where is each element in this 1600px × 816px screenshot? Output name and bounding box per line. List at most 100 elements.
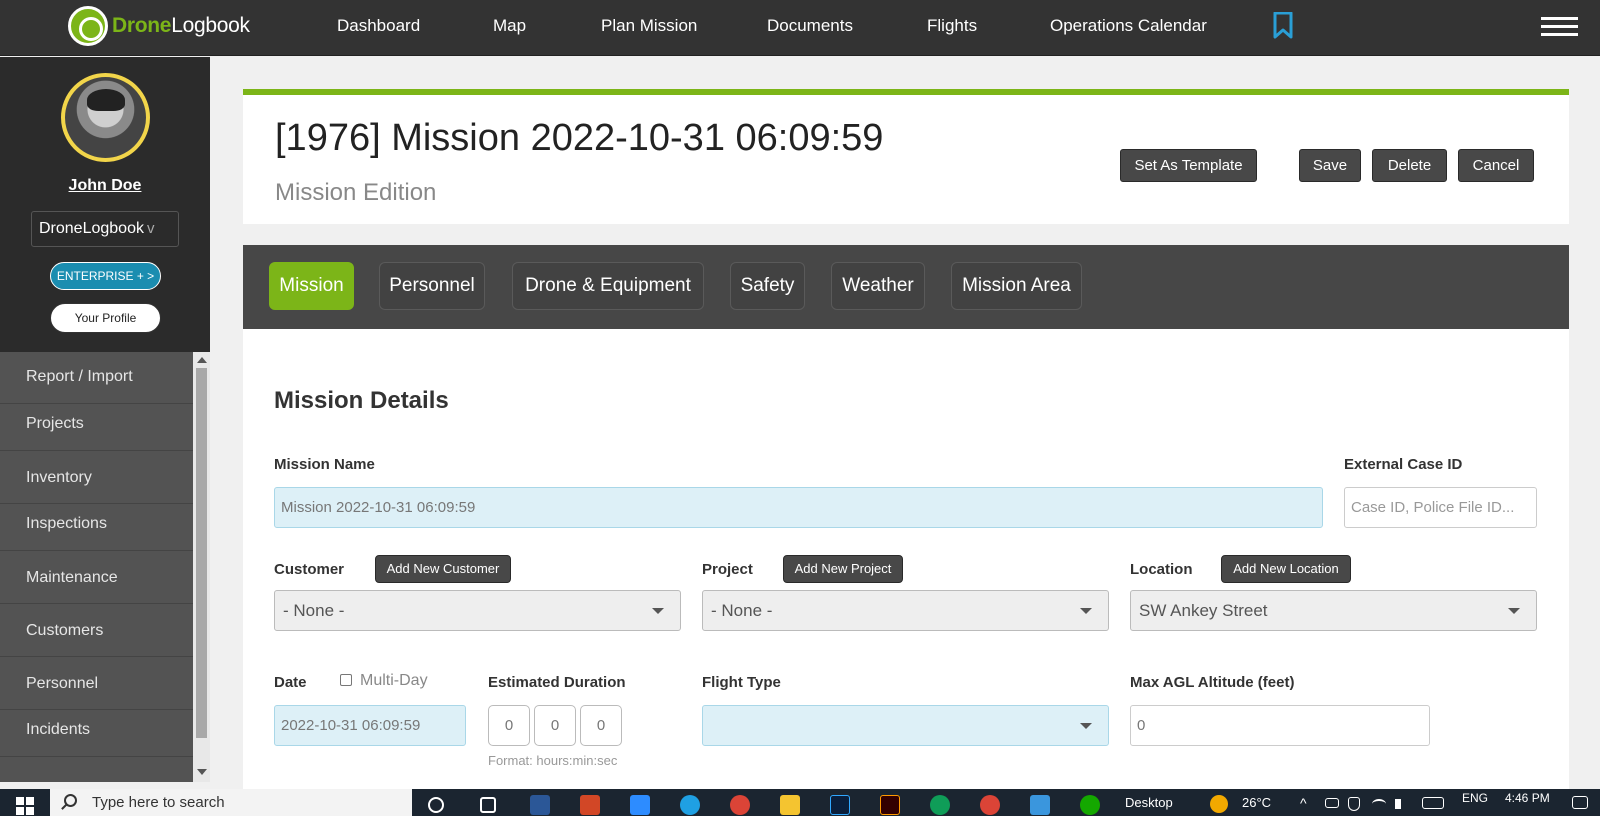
bookmark-icon[interactable] (1273, 12, 1293, 39)
customer-label: Customer (274, 561, 345, 578)
multi-day-label: Multi-Day (360, 672, 428, 689)
nav-dashboard[interactable]: Dashboard (337, 16, 420, 36)
date-label: Date (274, 674, 307, 691)
nav-plan-mission[interactable]: Plan Mission (601, 16, 697, 36)
nav-map[interactable]: Map (493, 16, 526, 36)
powerpoint-icon[interactable] (580, 795, 600, 815)
tab-personnel[interactable]: Personnel (379, 262, 485, 310)
mission-name-input[interactable]: Mission 2022-10-31 06:09:59 (274, 487, 1323, 528)
taskbar-search[interactable]: Type here to search (50, 789, 412, 816)
sidebar-item-customers[interactable]: Customers (0, 604, 193, 657)
mission-tabs: Mission Personnel Drone & Equipment Safe… (243, 245, 1569, 329)
sidebar-item-report-import[interactable]: Report / Import (0, 352, 193, 404)
windows-start-icon[interactable] (16, 797, 34, 815)
clock-time[interactable]: 4:46 PM (1505, 791, 1550, 805)
windows-taskbar: Type here to search Desktop 26°C ^ ENG 4… (0, 789, 1600, 816)
desktop-toolbar-label[interactable]: Desktop (1125, 795, 1173, 810)
flight-type-select[interactable] (702, 705, 1109, 746)
page-title: [1976] Mission 2022-10-31 06:09:59 (275, 117, 884, 159)
caret-down-icon (1080, 723, 1092, 729)
sidebar-item-maintenance[interactable]: Maintenance (0, 551, 193, 604)
nav-flights[interactable]: Flights (927, 16, 977, 36)
customer-select[interactable]: - None - (274, 590, 681, 631)
sidebar-item-personnel[interactable]: Personnel (0, 657, 193, 710)
nav-documents[interactable]: Documents (767, 16, 853, 36)
sidebar-scrollbar[interactable] (193, 352, 210, 782)
duration-hours-input[interactable]: 0 (488, 705, 530, 746)
chrome-profile-icon[interactable] (930, 795, 950, 815)
language-indicator[interactable]: ENG (1462, 791, 1488, 805)
project-select[interactable]: - None - (702, 590, 1109, 631)
sidebar-menu: Report / Import Projects Inventory Inspe… (0, 352, 193, 782)
hamburger-menu-icon[interactable] (1541, 17, 1578, 36)
duration-format-hint: Format: hours:min:sec (488, 753, 618, 768)
chevron-up-icon[interactable]: ^ (1300, 795, 1307, 811)
tab-safety[interactable]: Safety (730, 262, 805, 310)
tab-mission-area[interactable]: Mission Area (951, 262, 1082, 310)
mission-header-card: [1976] Mission 2022-10-31 06:09:59 Missi… (243, 89, 1569, 224)
edge-icon[interactable] (680, 795, 700, 815)
scroll-up-icon[interactable] (197, 357, 207, 363)
duration-seconds-input[interactable]: 0 (580, 705, 622, 746)
brand-logo[interactable]: DroneLogbook (68, 6, 250, 46)
date-input[interactable]: 2022-10-31 06:09:59 (274, 705, 466, 746)
chrome-active-icon[interactable] (980, 795, 1000, 815)
file-explorer-icon[interactable] (780, 795, 800, 815)
max-agl-altitude-label: Max AGL Altitude (feet) (1130, 674, 1295, 691)
drone-logo-icon (68, 6, 108, 46)
caret-down-icon (1508, 608, 1520, 614)
weather-icon[interactable] (1210, 795, 1228, 813)
page-subtitle: Mission Edition (275, 179, 437, 206)
external-case-id-input[interactable]: Case ID, Police File ID... (1344, 487, 1537, 528)
brand-name: DroneLogbook (112, 14, 250, 37)
your-profile-button[interactable]: Your Profile (50, 303, 161, 333)
multi-day-checkbox[interactable] (340, 674, 352, 686)
tab-mission[interactable]: Mission (269, 262, 354, 310)
scroll-down-icon[interactable] (197, 769, 207, 775)
add-new-project-button[interactable]: Add New Project (783, 555, 903, 583)
delete-button[interactable]: Delete (1372, 149, 1447, 182)
cancel-button[interactable]: Cancel (1458, 149, 1534, 182)
upwork-icon[interactable] (1080, 795, 1100, 815)
zoom-icon[interactable] (630, 795, 650, 815)
project-label: Project (702, 561, 753, 578)
flight-type-label: Flight Type (702, 674, 781, 691)
chrome-icon[interactable] (730, 795, 750, 815)
organization-select[interactable]: DroneLogbook v (31, 211, 179, 247)
sidebar-item-incidents[interactable]: Incidents (0, 710, 193, 757)
nav-operations-calendar[interactable]: Operations Calendar (1050, 16, 1207, 36)
battery-icon[interactable] (1325, 798, 1339, 808)
cortana-icon[interactable] (428, 797, 444, 813)
sidebar-item-inspections[interactable]: Inspections (0, 504, 193, 551)
user-name-link[interactable]: John Doe (0, 177, 210, 195)
volume-icon[interactable] (1395, 799, 1405, 809)
tab-drone-equipment[interactable]: Drone & Equipment (512, 262, 704, 310)
keyboard-icon[interactable] (1422, 797, 1444, 809)
illustrator-icon[interactable] (880, 795, 900, 815)
temperature-readout[interactable]: 26°C (1242, 795, 1271, 810)
add-new-customer-button[interactable]: Add New Customer (375, 555, 511, 583)
tab-weather[interactable]: Weather (831, 262, 925, 310)
section-title: Mission Details (274, 387, 449, 414)
word-icon[interactable] (530, 795, 550, 815)
max-agl-altitude-input[interactable]: 0 (1130, 705, 1430, 746)
add-new-location-button[interactable]: Add New Location (1221, 555, 1351, 583)
taskbar-search-placeholder: Type here to search (92, 794, 225, 811)
save-button[interactable]: Save (1299, 149, 1361, 182)
location-select[interactable]: SW Ankey Street (1130, 590, 1537, 631)
chevron-down-icon: v (146, 220, 155, 237)
set-as-template-button[interactable]: Set As Template (1120, 149, 1257, 182)
task-view-icon[interactable] (480, 797, 496, 813)
enterprise-plan-button[interactable]: ENTERPRISE + > (50, 262, 161, 290)
duration-minutes-input[interactable]: 0 (534, 705, 576, 746)
search-icon (64, 794, 77, 807)
photoshop-icon[interactable] (830, 795, 850, 815)
sidebar-item-projects[interactable]: Projects (0, 404, 193, 451)
shield-icon[interactable] (1348, 797, 1360, 811)
photos-icon[interactable] (1030, 795, 1050, 815)
scrollbar-thumb[interactable] (196, 368, 207, 738)
avatar[interactable] (61, 73, 150, 162)
notifications-icon[interactable] (1572, 796, 1588, 809)
wifi-icon[interactable] (1372, 799, 1386, 809)
sidebar-item-inventory[interactable]: Inventory (0, 451, 193, 504)
